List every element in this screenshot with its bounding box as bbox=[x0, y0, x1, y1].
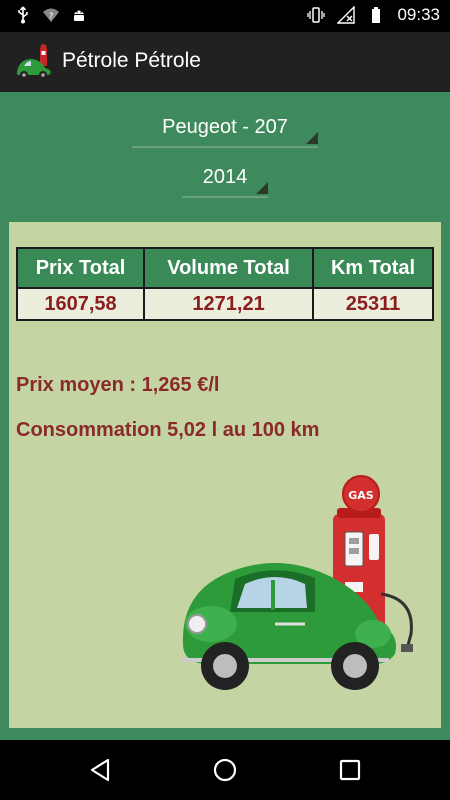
vehicle-selector[interactable]: Peugeot - 207 bbox=[132, 108, 318, 148]
dropdown-arrow-icon bbox=[256, 182, 268, 194]
notification-icons: ? bbox=[14, 6, 88, 24]
totals-table: Prix Total Volume Total Km Total 1607,58… bbox=[15, 247, 434, 321]
consumption: Consommation 5,02 l au 100 km bbox=[16, 419, 320, 441]
app-title: Pétrole Pétrole bbox=[62, 49, 201, 72]
main-content: Peugeot - 207 2014 Prix Total Volume Tot… bbox=[0, 92, 450, 740]
recent-apps-icon[interactable] bbox=[336, 756, 364, 784]
status-bar: ? 09:33 bbox=[0, 0, 450, 32]
car-pump-logo bbox=[16, 44, 51, 79]
wifi-question-icon: ? bbox=[43, 8, 59, 22]
summary-panel: Prix Total Volume Total Km Total 1607,58… bbox=[9, 222, 441, 728]
android-icon bbox=[74, 10, 84, 21]
year-selector[interactable]: 2014 bbox=[182, 158, 268, 198]
clock: 09:33 bbox=[397, 5, 440, 24]
battery-icon bbox=[372, 7, 381, 23]
vibrate-icon bbox=[307, 7, 326, 23]
totals-header-row: Prix Total Volume Total Km Total bbox=[15, 247, 434, 289]
back-icon[interactable] bbox=[86, 756, 114, 784]
totals-value-row: 1607,58 1271,21 25311 bbox=[15, 287, 434, 321]
average-price: Prix moyen : 1,265 €/l bbox=[16, 374, 220, 396]
header-km-total: Km Total bbox=[312, 247, 434, 289]
no-signal-icon bbox=[337, 6, 356, 24]
vehicle-selector-value: Peugeot - 207 bbox=[162, 116, 288, 138]
value-km-total: 25311 bbox=[312, 287, 434, 321]
app-bar: Pétrole Pétrole bbox=[0, 32, 450, 92]
usb-icon bbox=[18, 6, 28, 24]
value-volume-total: 1271,21 bbox=[143, 287, 315, 321]
navigation-bar bbox=[0, 740, 450, 800]
dropdown-arrow-icon bbox=[306, 132, 318, 144]
header-prix-total: Prix Total bbox=[15, 247, 146, 289]
svg-text:?: ? bbox=[49, 12, 54, 22]
header-volume-total: Volume Total bbox=[143, 247, 315, 289]
value-prix-total: 1607,58 bbox=[15, 287, 146, 321]
home-icon[interactable] bbox=[211, 756, 239, 784]
green-beetle-gas-pump: GAS bbox=[181, 475, 413, 690]
system-indicators: 09:33 bbox=[307, 5, 440, 25]
gas-label: GAS bbox=[348, 489, 374, 502]
